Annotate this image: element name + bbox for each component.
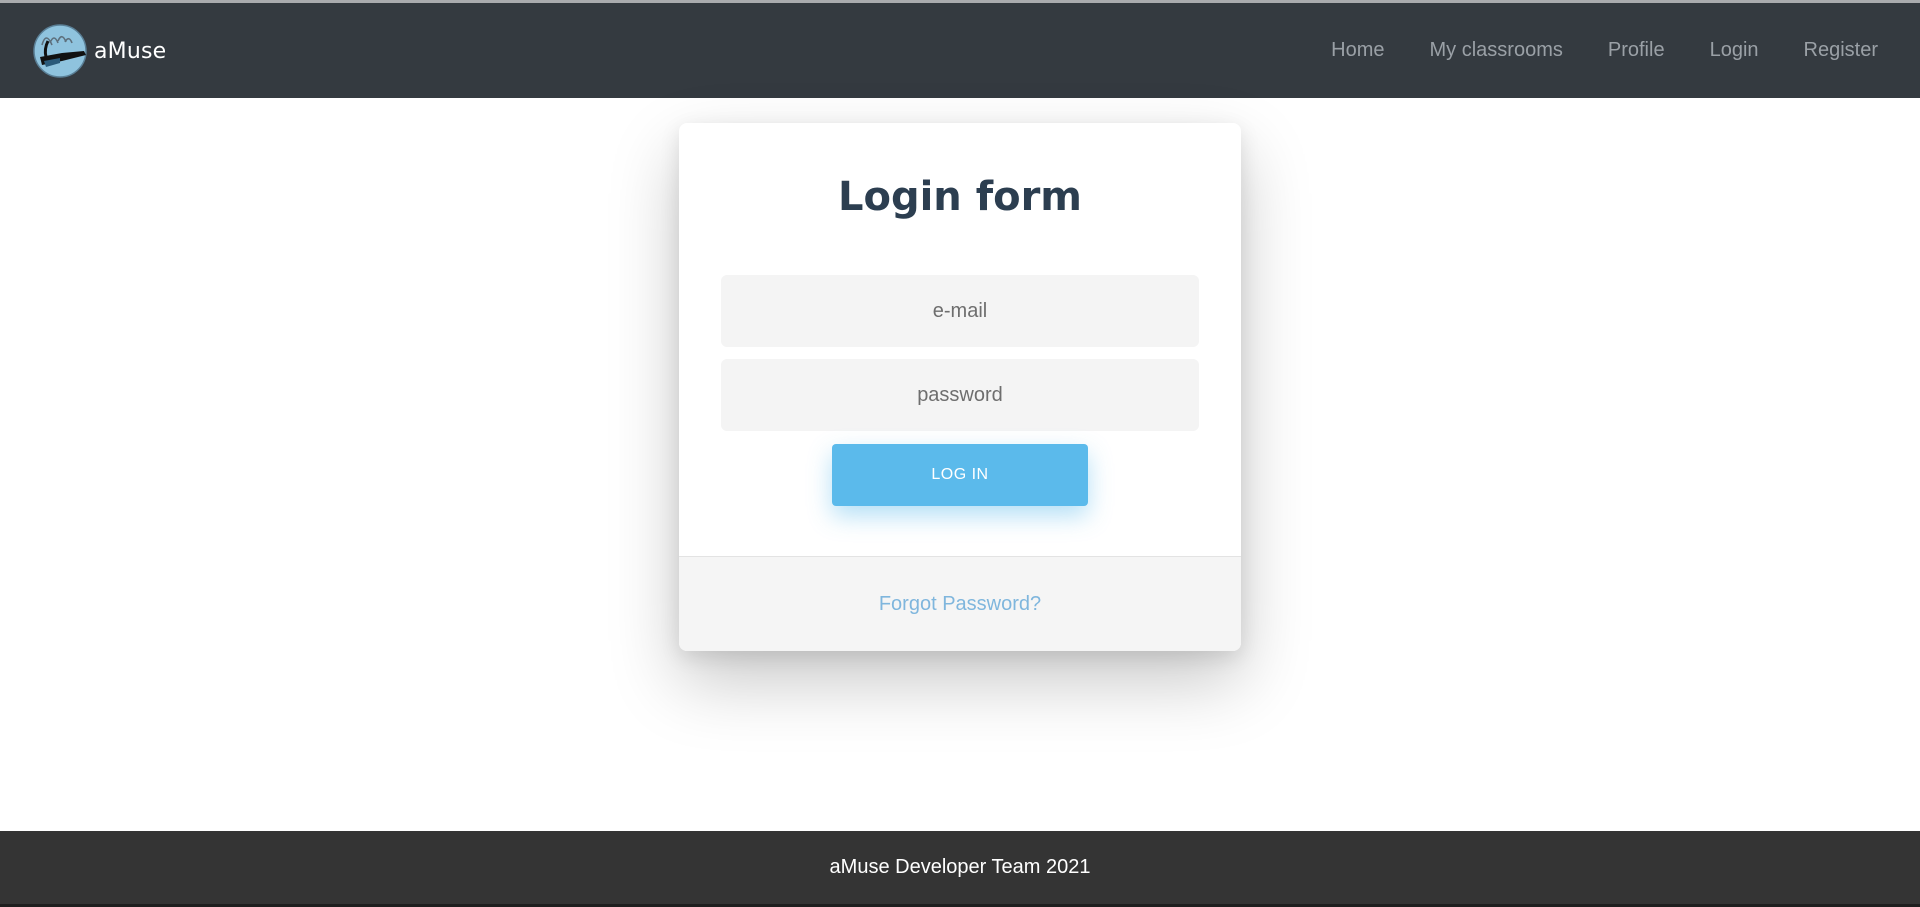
card-footer: Forgot Password? (679, 556, 1241, 651)
main-nav: Home My classrooms Profile Login Registe… (1331, 3, 1878, 98)
nav-home[interactable]: Home (1331, 39, 1384, 62)
page-footer: aMuse Developer Team 2021 (0, 831, 1920, 904)
navbar: aMuse Home My classrooms Profile Login R… (0, 3, 1920, 98)
nav-my-classrooms[interactable]: My classrooms (1430, 39, 1563, 62)
brand-link[interactable]: aMuse (32, 21, 166, 81)
login-button[interactable]: LOG IN (832, 444, 1088, 506)
login-card: Login form LOG IN Forgot Password? (679, 123, 1241, 651)
email-field[interactable] (721, 275, 1199, 347)
nav-login[interactable]: Login (1710, 39, 1759, 62)
nav-profile[interactable]: Profile (1608, 39, 1665, 62)
footer-text: aMuse Developer Team 2021 (829, 856, 1091, 878)
nav-register[interactable]: Register (1804, 39, 1878, 62)
password-field[interactable] (721, 359, 1199, 431)
page-title: Login form (837, 174, 1082, 220)
amuse-logo-icon (33, 24, 87, 78)
brand-name: aMuse (94, 38, 167, 64)
forgot-password-link[interactable]: Forgot Password? (879, 593, 1041, 616)
